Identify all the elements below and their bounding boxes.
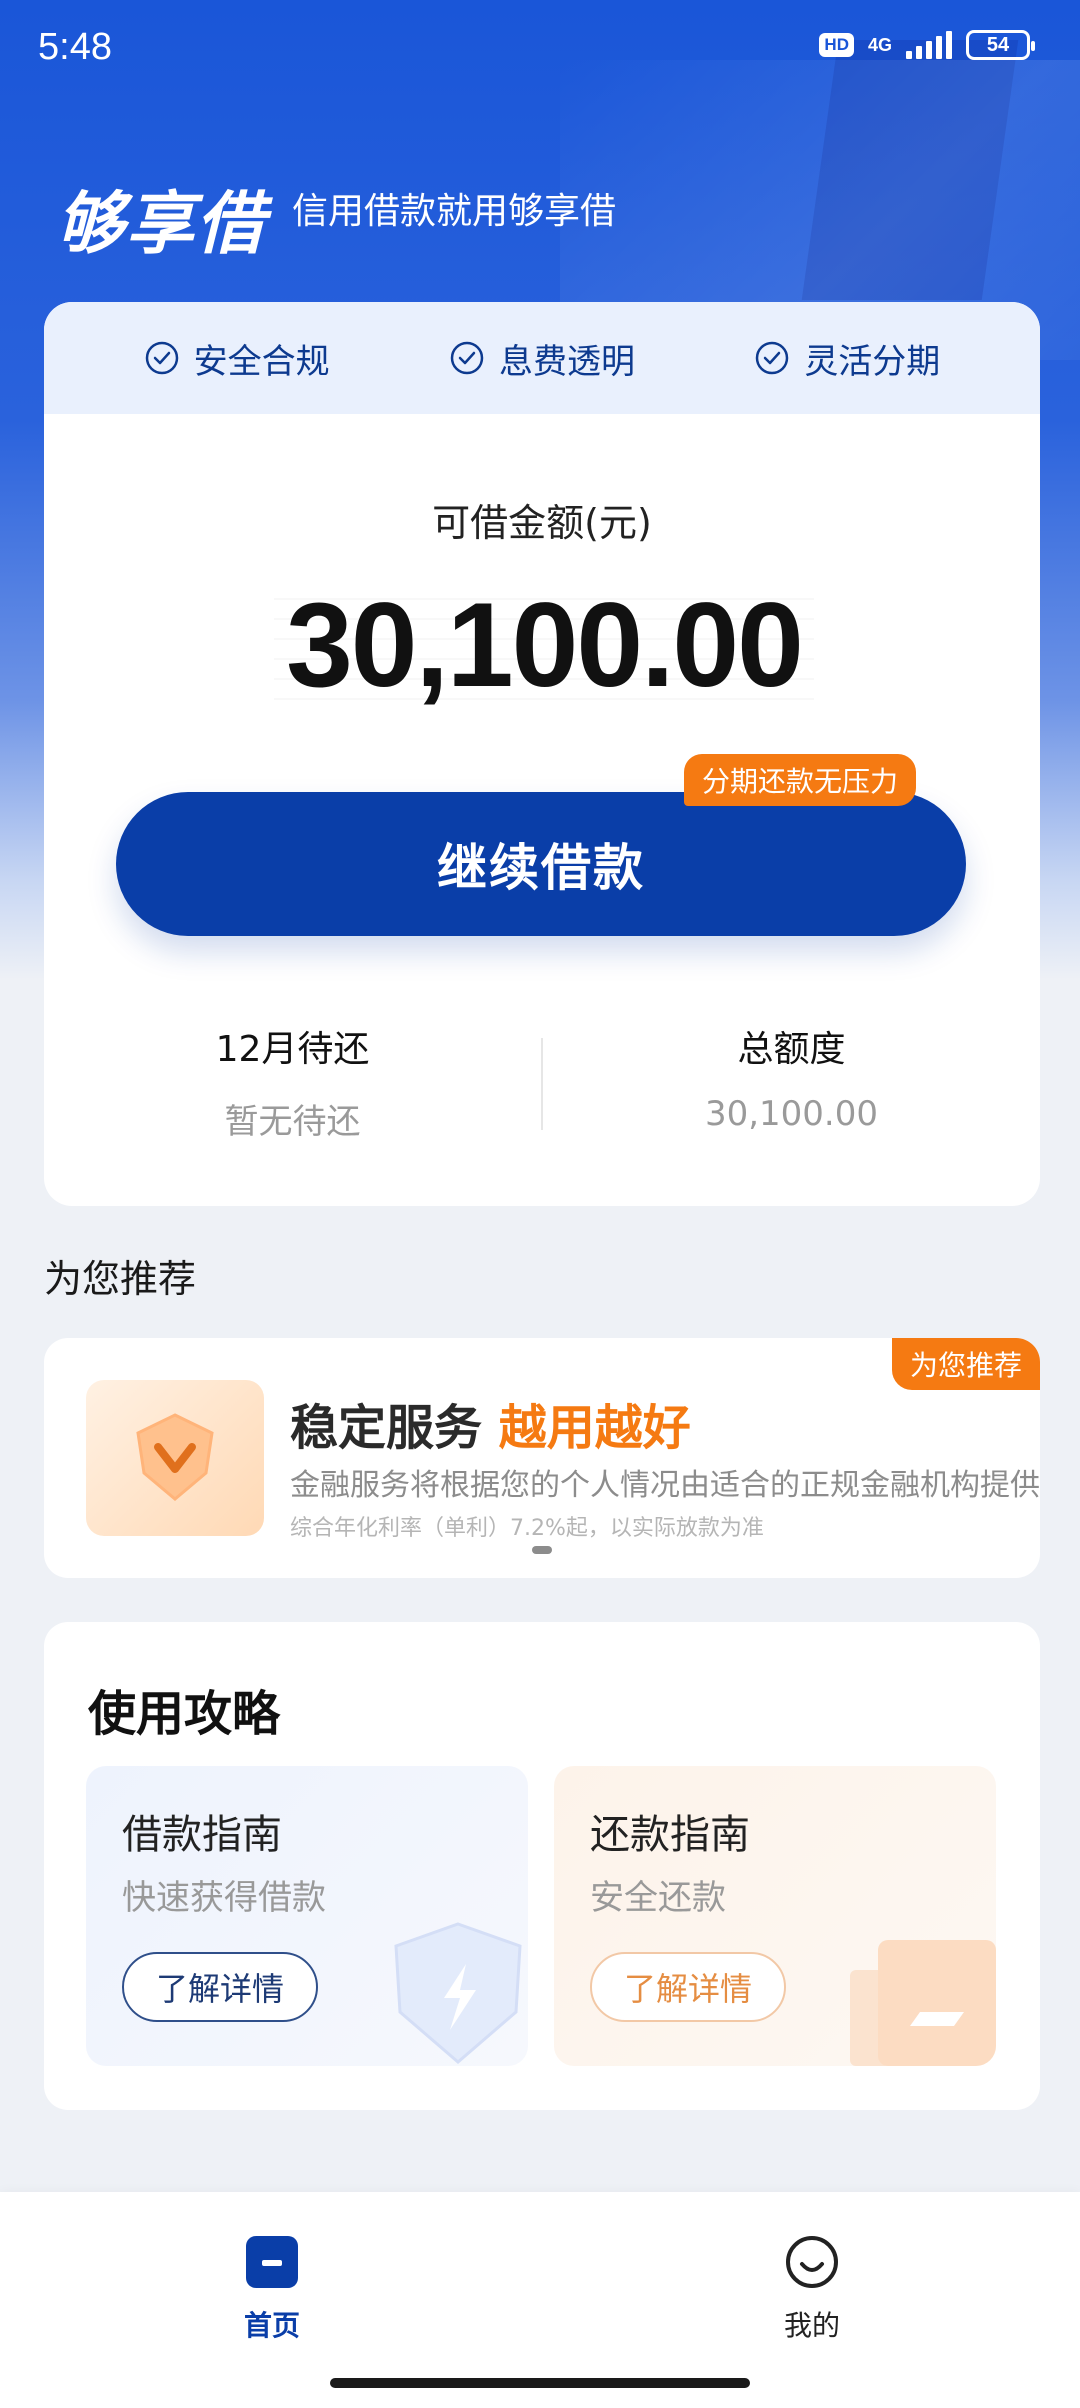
status-indicators: HD 4G 54 [819, 30, 1035, 60]
stat-due[interactable]: 12月待还 暂无待还 [44, 1012, 541, 1152]
guide-card: 使用攻略 借款指南 快速获得借款 了解详情 还款指南 安全还款 了解详情 [44, 1622, 1040, 2110]
feature-label: 安全合规 [193, 341, 330, 382]
repay-guide-title: 还款指南 [590, 1812, 750, 1858]
borrow-guide-subtitle: 快速获得借款 [122, 1878, 326, 1918]
loan-card: 安全合规 息费透明 灵活分期 可借金额(元) 30,100.00 分期还款无压力… [44, 302, 1040, 1206]
available-amount: 30,100.00 [274, 580, 814, 710]
brand-logo: 够享借 [56, 185, 267, 264]
v-shield-icon [136, 1413, 214, 1501]
signal-icon [906, 31, 952, 59]
battery-level: 54 [986, 33, 1010, 56]
feature-item: 灵活分期 [754, 334, 940, 383]
loan-stats: 12月待还 暂无待还 总额度 30,100.00 [44, 1012, 1040, 1152]
lightning-shield-icon [394, 1922, 522, 2064]
recommend-rate-note: 综合年化利率（单利）7.2%起，以实际放款为准 [290, 1516, 764, 1541]
battery-icon: 54 [966, 30, 1035, 60]
feature-label: 灵活分期 [804, 341, 941, 382]
recommend-title-prefix: 稳定服务 [290, 1400, 483, 1456]
carousel-indicator [532, 1546, 552, 1554]
guide-title: 使用攻略 [88, 1686, 281, 1742]
stat-due-title: 12月待还 [215, 1029, 370, 1070]
feature-strip: 安全合规 息费透明 灵活分期 [44, 302, 1040, 414]
nav-mine[interactable]: 我的 [732, 2234, 892, 2344]
nav-mine-label: 我的 [783, 2309, 840, 2342]
hd-icon: HD [819, 33, 854, 57]
status-time: 5:48 [38, 26, 112, 68]
borrow-guide-details-button[interactable]: 了解详情 [122, 1952, 318, 2022]
recommend-card[interactable]: 为您推荐 稳定服务 越用越好 金融服务将根据您的个人情况由适合的正规金融机构提供… [44, 1338, 1040, 1578]
repay-guide-details-button[interactable]: 了解详情 [590, 1952, 786, 2022]
bottom-navigation: 首页 我的 [0, 2192, 1080, 2408]
brand-slogan: 信用借款就用够享借 [292, 191, 617, 232]
profile-icon [786, 2236, 838, 2288]
check-circle-icon [145, 341, 178, 375]
stat-total[interactable]: 总额度 30,100.00 [543, 1012, 1040, 1152]
check-circle-icon [756, 341, 789, 375]
feature-item: 息费透明 [449, 334, 635, 383]
repay-guide-subtitle: 安全还款 [590, 1878, 726, 1918]
network-type: 4G [867, 35, 892, 55]
home-icon [246, 2236, 298, 2288]
feature-label: 息费透明 [498, 341, 635, 382]
borrow-guide-card[interactable]: 借款指南 快速获得借款 了解详情 [86, 1766, 528, 2066]
repay-guide-card[interactable]: 还款指南 安全还款 了解详情 [554, 1766, 996, 2066]
status-bar: 5:48 HD 4G 54 [0, 0, 1080, 100]
continue-borrow-button[interactable]: 继续借款 [116, 792, 966, 936]
shield-badge-icon [86, 1380, 264, 1536]
wallet-icon [850, 1940, 996, 2066]
cta-badge: 分期还款无压力 [684, 754, 917, 806]
check-circle-icon [450, 341, 484, 375]
stat-total-title: 总额度 [737, 1029, 846, 1070]
amount-label: 可借金额(元) [432, 501, 652, 545]
borrow-guide-title: 借款指南 [122, 1812, 282, 1858]
recommend-title: 稳定服务 越用越好 [290, 1388, 691, 1458]
recommend-description: 金融服务将根据您的个人情况由适合的正规金融机构提供 [290, 1468, 1040, 1503]
recommend-title-highlight: 越用越好 [498, 1400, 691, 1456]
recommend-section-title: 为您推荐 [44, 1257, 197, 1301]
stat-due-value: 暂无待还 [224, 1102, 361, 1142]
nav-home-label: 首页 [243, 2309, 300, 2342]
feature-item: 安全合规 [144, 334, 330, 383]
stat-total-value: 30,100.00 [704, 1094, 879, 1134]
nav-home[interactable]: 首页 [192, 2234, 352, 2344]
home-indicator[interactable] [330, 2378, 750, 2388]
recommend-badge: 为您推荐 [891, 1338, 1040, 1390]
